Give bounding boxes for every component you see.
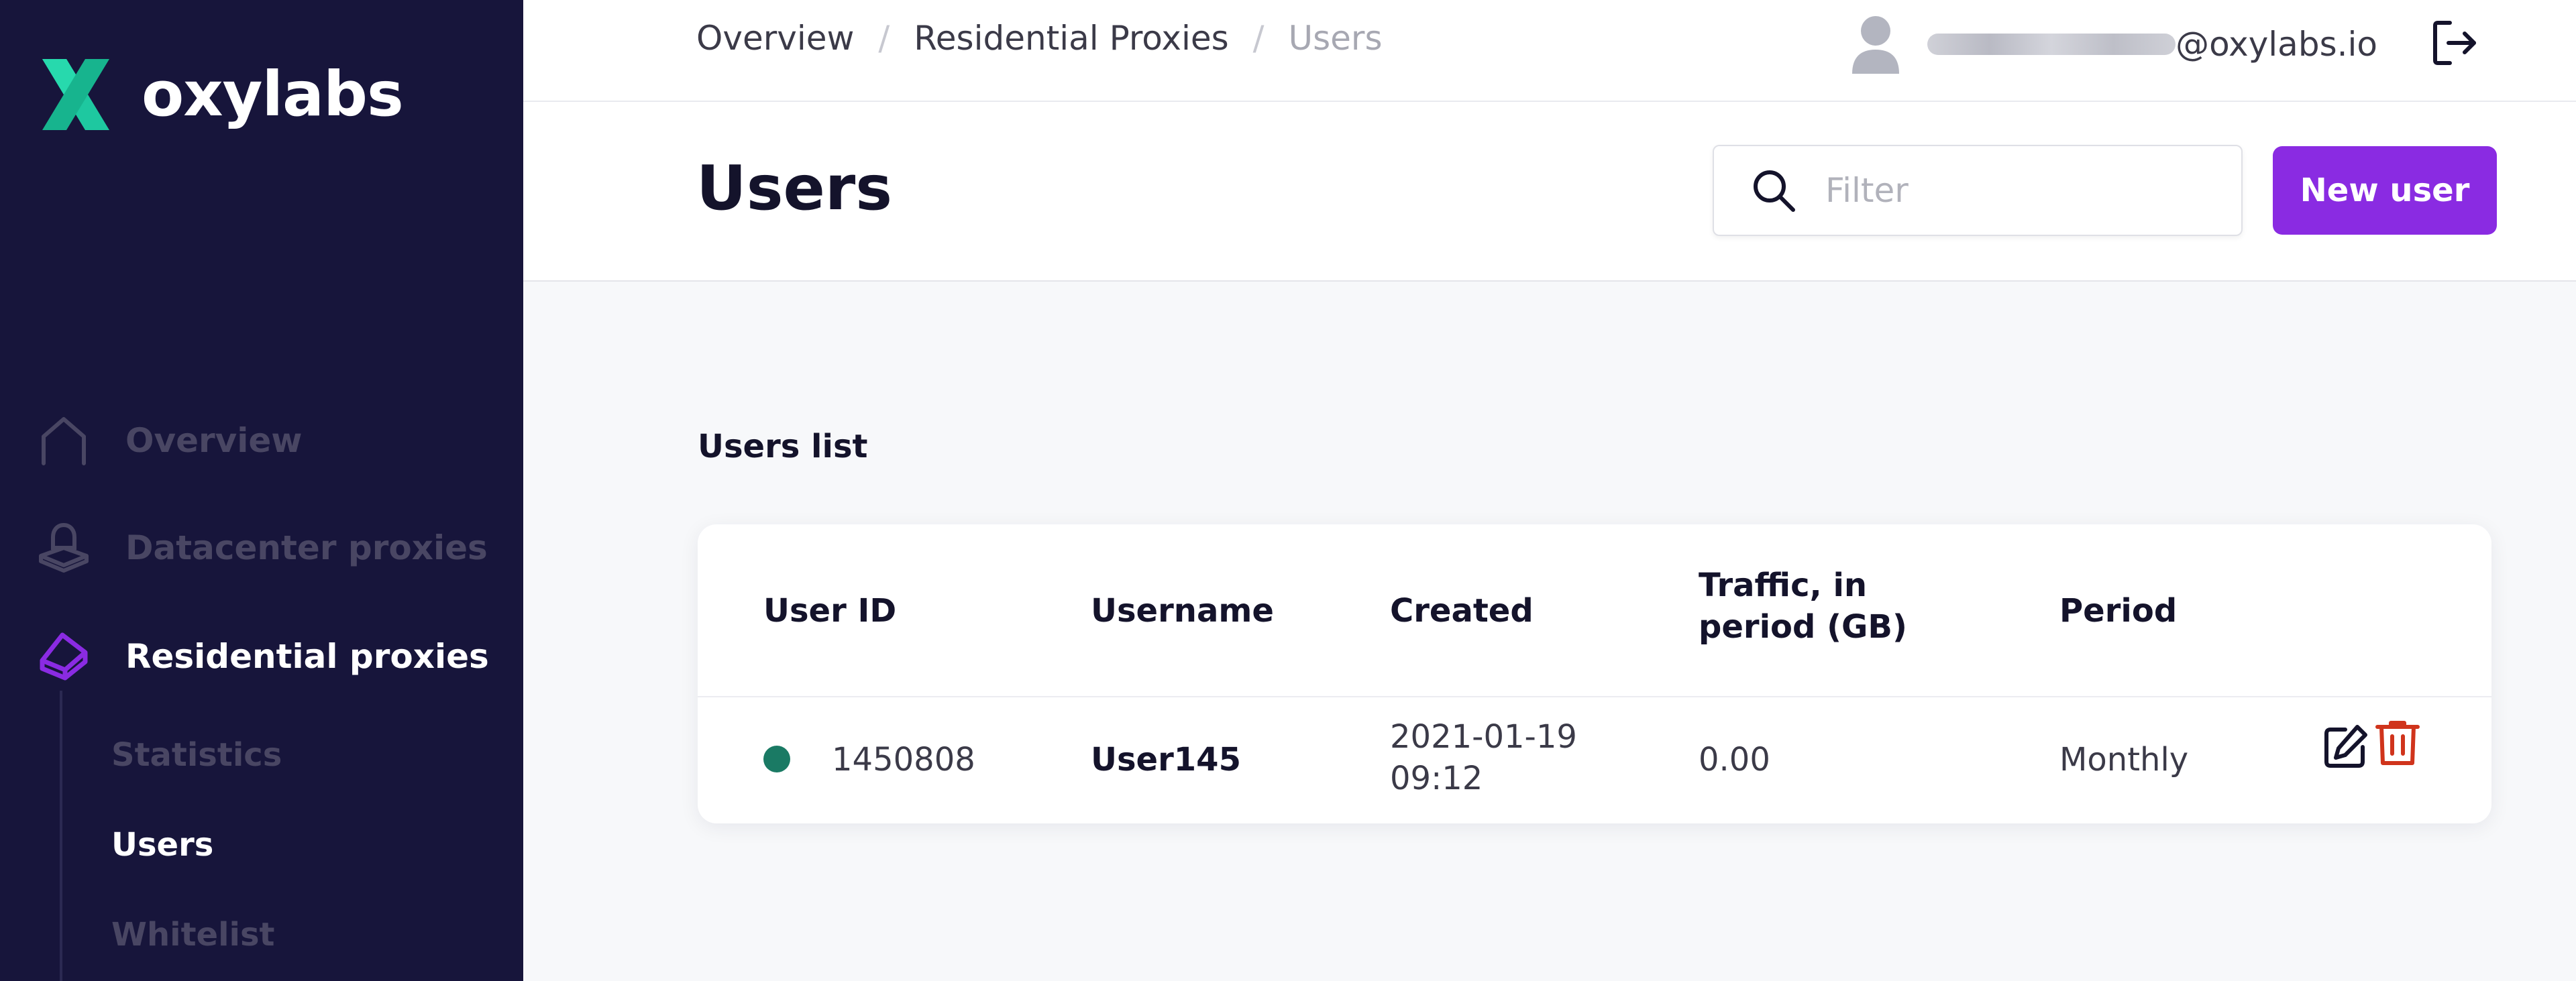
header-divider xyxy=(698,696,2491,697)
search-icon xyxy=(1754,170,1795,212)
delete-icon[interactable] xyxy=(2373,719,2422,770)
breadcrumb-users: Users xyxy=(1288,19,1383,58)
datacenter-icon xyxy=(39,522,89,573)
logo-text: oxylabs xyxy=(142,58,404,130)
avatar-icon[interactable] xyxy=(1845,9,1906,79)
logout-icon[interactable] xyxy=(2430,17,2481,71)
new-user-button[interactable]: New user xyxy=(2273,146,2497,235)
sidebar-item-residential-proxies[interactable]: Residential proxies xyxy=(37,626,489,687)
column-header-user-id: User ID xyxy=(763,592,897,630)
column-header-period: Period xyxy=(2059,592,2178,630)
oxylabs-x-icon xyxy=(42,59,109,130)
residential-icon xyxy=(40,632,88,681)
sidebar-item-label: Overview xyxy=(125,421,303,460)
user-account: @oxylabs.io xyxy=(1845,9,2481,79)
users-table: User ID Username Created Traffic, in per… xyxy=(698,524,2491,823)
sidebar-item-label: Datacenter proxies xyxy=(125,528,488,567)
breadcrumb-separator: / xyxy=(1252,19,1265,58)
sidebar-item-overview[interactable]: Overview xyxy=(37,410,303,471)
breadcrumb-residential-proxies[interactable]: Residential Proxies xyxy=(914,19,1228,58)
home-icon xyxy=(42,417,86,465)
filter-input[interactable] xyxy=(1825,171,2201,210)
sidebar-subitem-statistics[interactable]: Statistics xyxy=(111,736,282,774)
edit-icon[interactable] xyxy=(2321,723,2369,774)
sidebar-item-label: Residential proxies xyxy=(125,637,489,676)
users-list-title: Users list xyxy=(698,428,868,465)
sidebar: oxylabs Overview Datacenter proxies Resi… xyxy=(0,0,523,981)
user-email-redacted xyxy=(1927,34,2176,55)
cell-user-id: 1450808 xyxy=(832,741,975,778)
cell-created-date: 2021-01-19 xyxy=(1390,718,1577,756)
column-header-created: Created xyxy=(1390,592,1534,630)
oxylabs-logo[interactable]: oxylabs xyxy=(37,54,404,135)
column-header-username: Username xyxy=(1091,592,1274,630)
cell-traffic: 0.00 xyxy=(1699,741,1770,778)
breadcrumb-overview[interactable]: Overview xyxy=(696,19,854,58)
user-email: @oxylabs.io xyxy=(2176,25,2377,64)
filter-box[interactable] xyxy=(1713,145,2243,236)
cell-period: Monthly xyxy=(2059,741,2189,778)
page-header: Users New user xyxy=(523,102,2576,282)
cell-username: User145 xyxy=(1091,741,1241,778)
breadcrumb: Overview / Residential Proxies / Users xyxy=(696,19,1383,58)
cell-created-time: 09:12 xyxy=(1390,760,1483,797)
sidebar-item-datacenter-proxies[interactable]: Datacenter proxies xyxy=(37,518,488,578)
sidebar-subitem-users[interactable]: Users xyxy=(111,826,213,864)
sidebar-subitem-whitelist[interactable]: Whitelist xyxy=(111,916,275,954)
submenu-line xyxy=(60,691,62,981)
breadcrumb-separator: / xyxy=(878,19,890,58)
top-bar: Overview / Residential Proxies / Users @… xyxy=(523,0,2576,102)
status-indicator xyxy=(763,746,790,772)
column-header-traffic: Traffic, in period (GB) xyxy=(1699,567,1907,646)
page-title: Users xyxy=(696,152,892,224)
